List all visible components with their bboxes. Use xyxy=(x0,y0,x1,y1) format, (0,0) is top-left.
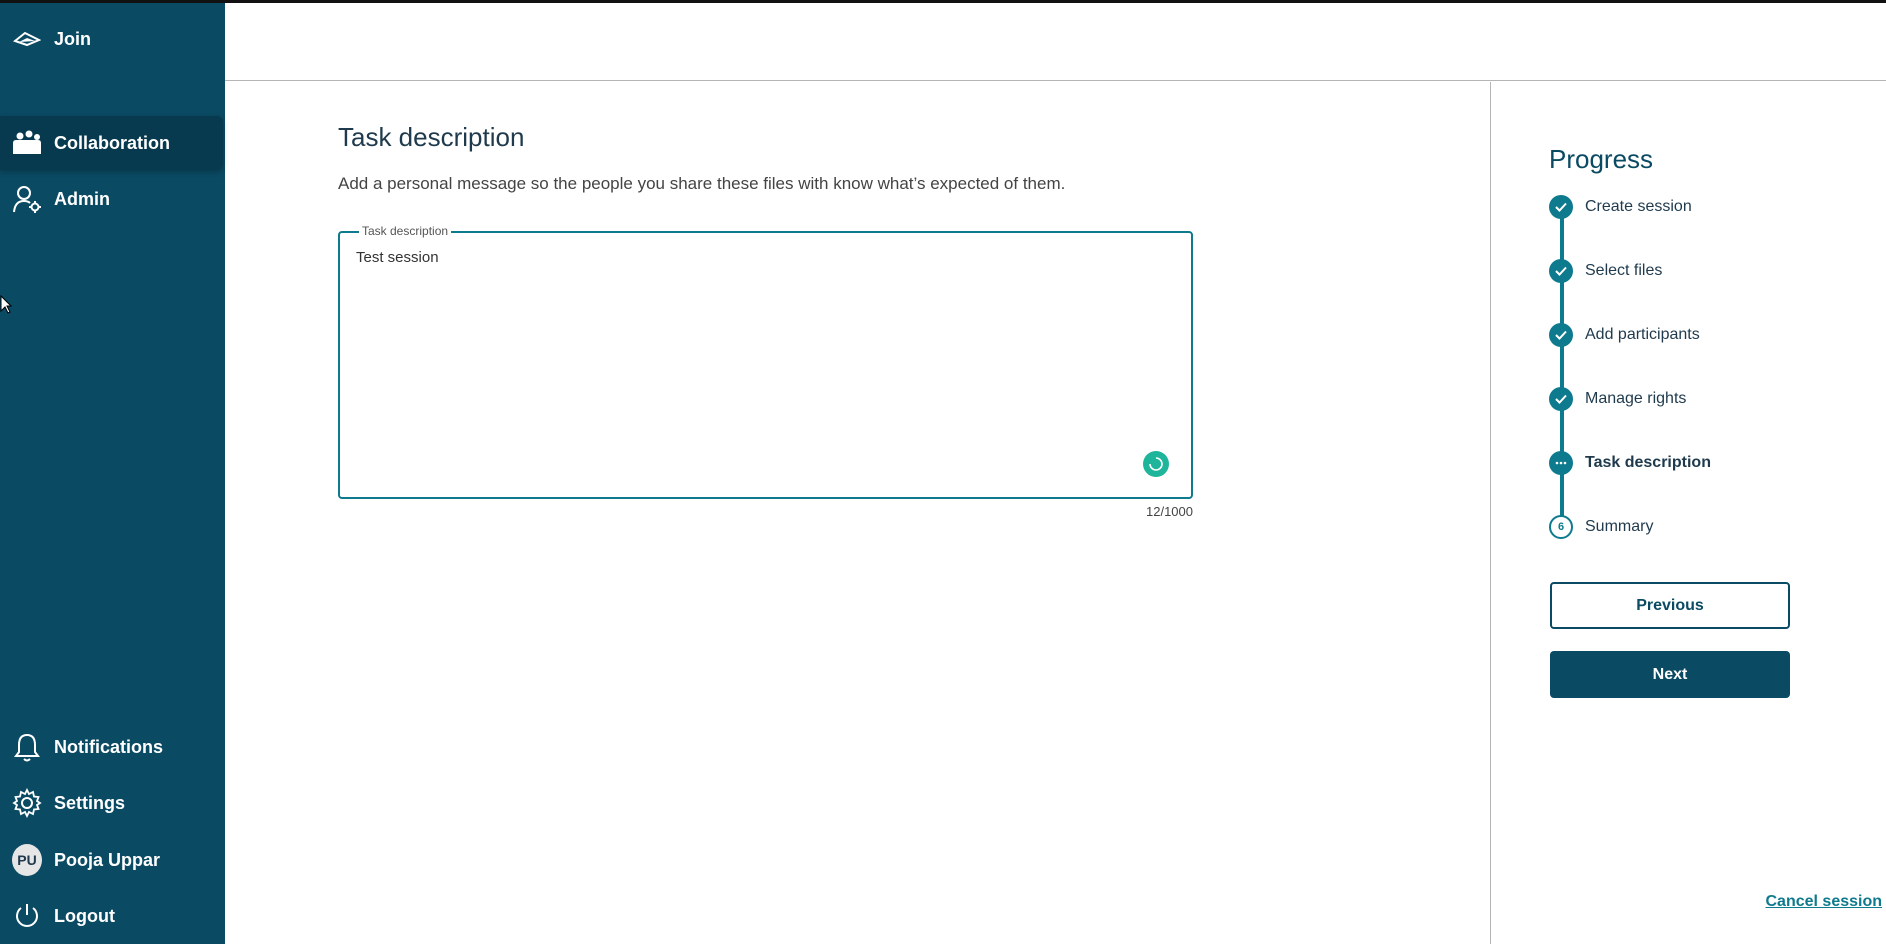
sidebar-item-label: Logout xyxy=(54,905,115,926)
sidebar-item-label: Notifications xyxy=(54,736,164,757)
avatar: PU xyxy=(12,844,42,876)
ellipsis-icon xyxy=(1549,451,1573,475)
admin-user-gear-icon xyxy=(12,184,42,214)
sidebar-item-label: Join xyxy=(54,28,92,49)
step-manage-rights: Manage rights xyxy=(1549,386,1686,412)
mouse-cursor-icon xyxy=(0,294,13,320)
task-description-field[interactable]: Task description Test session xyxy=(338,224,1193,499)
step-add-participants: Add participants xyxy=(1549,322,1700,348)
sidebar-item-notifications[interactable]: Notifications xyxy=(0,720,225,774)
task-description-label: Task description xyxy=(359,224,452,238)
step-select-files: Select files xyxy=(1549,258,1662,284)
join-icon xyxy=(12,24,42,54)
progress-line xyxy=(1560,208,1564,528)
check-icon xyxy=(1549,195,1573,219)
step-create-session: Create session xyxy=(1549,194,1692,220)
sidebar-item-profile[interactable]: PU Pooja Uppar xyxy=(0,833,225,887)
sidebar-item-collaboration[interactable]: Collaboration xyxy=(0,116,223,170)
next-button[interactable]: Next xyxy=(1550,651,1790,698)
step-label: Summary xyxy=(1585,518,1654,535)
task-description-value[interactable]: Test session xyxy=(356,249,439,266)
step-number: 6 xyxy=(1549,515,1573,539)
step-summary: 6 Summary xyxy=(1549,514,1653,540)
page-title: Task description xyxy=(338,122,525,152)
power-icon xyxy=(12,901,42,931)
top-header xyxy=(225,3,1886,81)
previous-button[interactable]: Previous xyxy=(1550,582,1790,629)
cancel-session-link[interactable]: Cancel session xyxy=(1766,893,1883,911)
page-subtitle: Add a personal message so the people you… xyxy=(338,174,1066,193)
check-icon xyxy=(1549,387,1573,411)
step-label: Select files xyxy=(1585,262,1663,279)
step-label: Create session xyxy=(1585,198,1692,215)
step-task-description: Task description xyxy=(1549,450,1711,476)
bell-icon xyxy=(12,732,42,762)
loading-spinner-icon xyxy=(1143,451,1169,477)
sidebar-item-settings[interactable]: Settings xyxy=(0,776,225,830)
character-counter: 12/1000 xyxy=(1146,504,1193,519)
check-icon xyxy=(1549,259,1573,283)
main-content: Task description Add a personal message … xyxy=(225,82,1490,944)
progress-panel: Progress Create session Select files Add… xyxy=(1490,82,1886,944)
sidebar-item-admin[interactable]: Admin xyxy=(0,172,225,226)
gear-icon xyxy=(12,788,42,818)
step-label: Manage rights xyxy=(1585,390,1687,407)
collaboration-icon xyxy=(12,128,42,158)
step-label: Add participants xyxy=(1585,326,1700,343)
sidebar-item-join[interactable]: Join xyxy=(0,12,225,66)
step-label: Task description xyxy=(1585,454,1711,471)
check-icon xyxy=(1549,323,1573,347)
sidebar-item-label: Collaboration xyxy=(54,132,170,153)
sidebar-item-logout[interactable]: Logout xyxy=(0,889,225,943)
progress-title: Progress xyxy=(1549,144,1654,174)
sidebar-item-label: Pooja Uppar xyxy=(54,849,161,870)
sidebar-item-label: Admin xyxy=(54,188,110,209)
avatar-wrapper: PU xyxy=(12,844,42,876)
top-border xyxy=(0,0,1886,3)
sidebar: Join Collaboration Admin Notifications S… xyxy=(0,0,225,944)
sidebar-item-label: Settings xyxy=(54,792,126,813)
